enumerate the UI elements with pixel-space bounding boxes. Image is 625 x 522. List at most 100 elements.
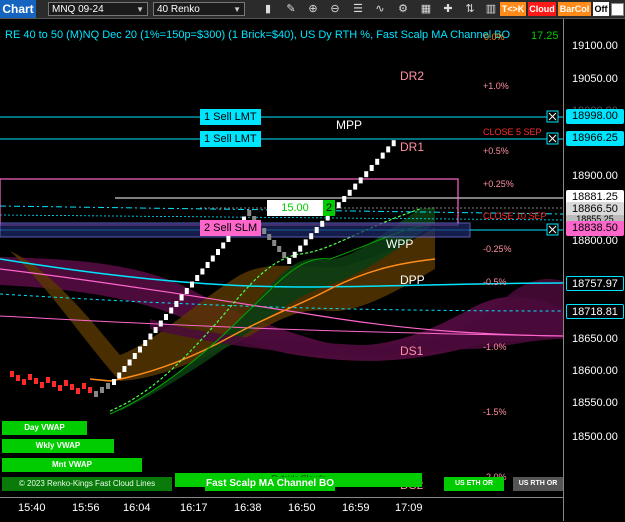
tk-toggle-button[interactable]: T<>K (500, 2, 526, 16)
pct-label: -1.5% (483, 407, 507, 417)
chevron-down-icon: ▼ (233, 5, 241, 14)
renko-brick (127, 359, 132, 366)
barcol-toggle-button[interactable]: BarCol (558, 2, 591, 16)
renko-brick (262, 228, 267, 234)
renko-brick (369, 165, 374, 171)
price-axis[interactable]: 19100.00 19050.00 18900.00 18800.00 1865… (563, 19, 625, 521)
renko-brick (52, 381, 56, 387)
draw-pencil-icon[interactable]: ✎ (283, 1, 299, 17)
price-tick: 19100.00 (572, 40, 618, 52)
renko-brick (76, 388, 80, 394)
chart-panel[interactable]: RE 40 to 50 (M)NQ Dec 20 (1%=150p=$300) … (0, 19, 564, 497)
ds1-label: DS1 (400, 344, 424, 358)
pct-label: +0.25% (483, 179, 514, 189)
renko-brick (342, 196, 347, 202)
cloud-toggle-button[interactable]: Cloud (528, 2, 556, 16)
position-count[interactable]: 2 (323, 200, 335, 216)
renko-brick (287, 258, 292, 264)
crosshair-icon[interactable]: ✚ (440, 1, 456, 17)
price-tick: 19050.00 (572, 73, 618, 85)
checkbox[interactable] (611, 3, 624, 16)
chart-trader-icon[interactable]: ⇅ (462, 1, 478, 17)
renko-brick (122, 366, 127, 372)
renko-brick (216, 249, 220, 255)
time-tick: 16:59 (342, 502, 370, 514)
chart-title-tab[interactable]: Chart (0, 0, 36, 18)
bar-type-selector[interactable]: 40 Renko ▼ (153, 2, 245, 16)
renko-brick (353, 183, 358, 190)
pct-label: -1.0% (483, 342, 507, 352)
renko-brick (117, 372, 122, 379)
mnt-vwap-button[interactable]: Mnt VWAP (2, 458, 142, 472)
time-tick: 16:38 (234, 502, 262, 514)
zoom-in-icon[interactable]: ⊕ (305, 1, 321, 17)
data-box-icon[interactable]: ▦ (418, 1, 434, 17)
price-tick: 18650.00 (572, 333, 618, 345)
day-vwap-button[interactable]: Day VWAP (2, 421, 87, 435)
fast-scalp-label[interactable]: Fast Scalp MA Channel BO (205, 477, 335, 491)
instrument-value: MNQ 09-24 (52, 4, 104, 15)
renko-brick (100, 387, 104, 393)
time-tick: 16:50 (288, 502, 316, 514)
renko-brick (309, 233, 314, 240)
pct-label: +0.5% (483, 146, 509, 156)
chart-toolbar: Chart MNQ 09-24 ▼ 40 Renko ▼ ▮ ✎ ⊕ ⊖ ☰ ∿… (0, 0, 625, 19)
pct-label: +1.0% (483, 81, 509, 91)
renko-brick (40, 382, 44, 388)
sell-limit-order-2[interactable]: 1 Sell LMT (200, 131, 261, 147)
bar-chart-icon[interactable]: ▮ (260, 1, 276, 17)
renko-brick (391, 140, 396, 147)
sell-slm-price-marker: 18838.50 (566, 221, 624, 236)
renko-brick (16, 375, 20, 381)
renko-brick (375, 158, 380, 165)
sell-stop-order[interactable]: 2 Sell SLM (200, 220, 262, 236)
grid-icon[interactable]: ▥ (483, 1, 499, 17)
bar-type-value: 40 Renko (157, 4, 200, 15)
renko-brick (386, 146, 391, 153)
renko-brick (247, 210, 252, 216)
indicators-icon[interactable]: ∿ (372, 1, 388, 17)
sell-lmt-price-marker-2: 18966.25 (566, 131, 624, 146)
strategies-icon[interactable]: ⚙ (395, 1, 411, 17)
renko-brick (267, 234, 272, 240)
wkly-vwap-button[interactable]: Wkly VWAP (2, 439, 114, 453)
renko-brick (195, 275, 200, 281)
renko-brick (153, 327, 158, 333)
instrument-selector[interactable]: MNQ 09-24 ▼ (48, 2, 148, 16)
zoom-out-icon[interactable]: ⊖ (327, 1, 343, 17)
time-tick: 15:40 (18, 502, 46, 514)
time-axis[interactable]: 15:40 15:56 16:04 16:17 16:38 16:50 16:5… (0, 497, 563, 522)
renko-brick (200, 268, 205, 275)
renko-brick (364, 171, 369, 178)
renko-brick (205, 262, 210, 268)
renko-brick (190, 281, 194, 288)
renko-brick (112, 379, 116, 385)
copyright-label: © 2023 Renko-Kings Fast Cloud Lines (2, 477, 172, 491)
off-toggle-button[interactable]: Off (593, 2, 609, 16)
renko-brick (292, 251, 297, 258)
chevron-down-icon: ▼ (136, 5, 144, 14)
renko-brick (277, 246, 282, 252)
renko-brick (158, 320, 163, 327)
dr2-label: DR2 (400, 69, 425, 83)
close-label: CLOSE 5 SEP (483, 127, 542, 137)
renko-brick (282, 252, 287, 258)
price-tick: 18900.00 (572, 170, 618, 182)
renko-brick (298, 245, 303, 252)
renko-brick (320, 220, 325, 227)
position-quantity[interactable]: 15.00 (267, 200, 323, 216)
cyan-dotted-price-marker: 18718.81 (566, 304, 624, 319)
us-rth-or-button[interactable]: US RTH OR (513, 477, 563, 491)
wpp-label: WPP (386, 237, 414, 251)
time-tick: 16:17 (180, 502, 208, 514)
renko-brick (221, 242, 226, 249)
price-tick: 18550.00 (572, 397, 618, 409)
renko-brick (358, 177, 363, 184)
renko-brick (138, 346, 142, 353)
us-eth-or-button[interactable]: US ETH OR (444, 477, 504, 491)
header-pct: 0.0% (484, 32, 505, 42)
sell-limit-order-1[interactable]: 1 Sell LMT (200, 109, 261, 125)
sell-lmt-price-marker-1: 18998.00 (566, 109, 624, 124)
properties-icon[interactable]: ☰ (350, 1, 366, 17)
header-value: 17.25 (531, 30, 559, 42)
